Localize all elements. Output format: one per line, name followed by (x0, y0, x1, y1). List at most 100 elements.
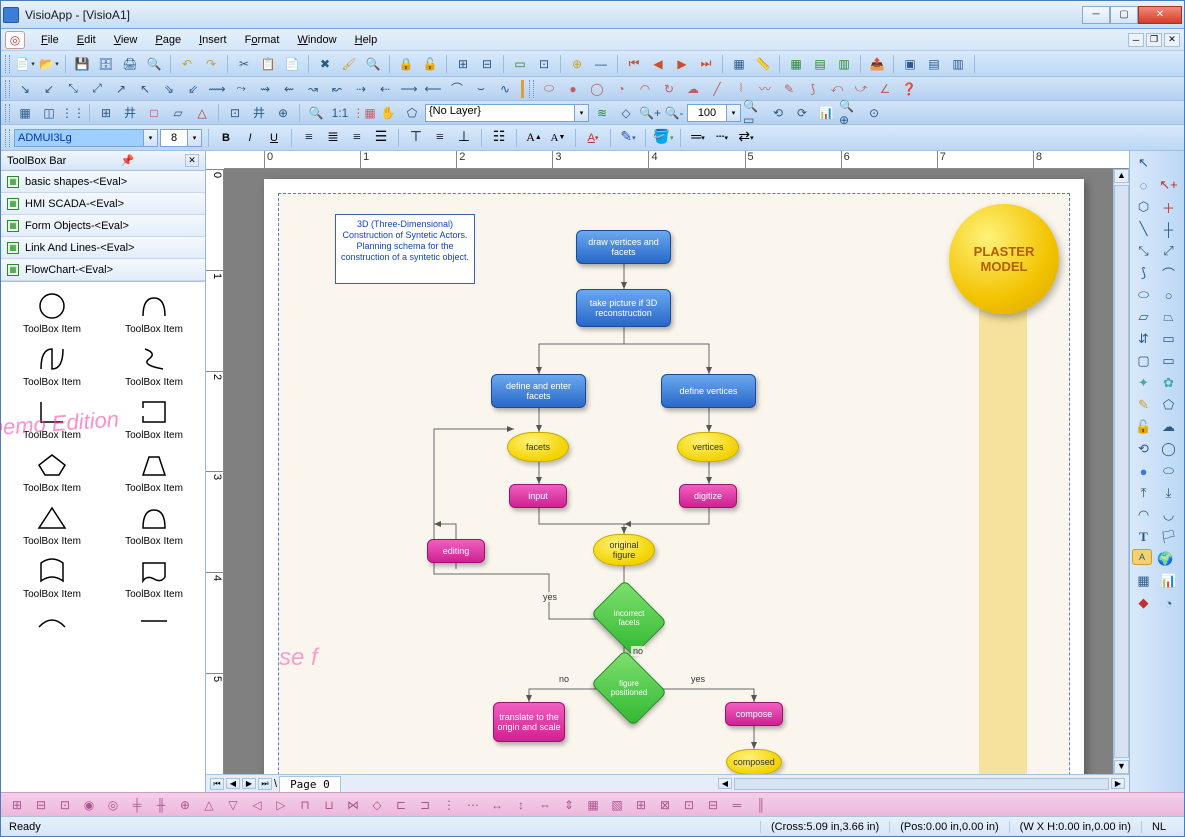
obj-13[interactable]: ⊓ (295, 796, 315, 814)
nav-prev-button[interactable]: ◀ (647, 53, 669, 75)
menu-help[interactable]: Help (347, 31, 386, 49)
toolbox-pin-icon[interactable]: 📌 (121, 154, 135, 167)
tab-nav-prev[interactable]: ◀ (226, 778, 240, 789)
connector-3[interactable]: ⤡ (62, 78, 84, 100)
description-box[interactable]: 3D (Three-Dimensional) Construction of S… (335, 214, 475, 284)
hscroll-track[interactable] (734, 778, 1109, 790)
align-right-button[interactable]: ≡ (346, 127, 368, 149)
obj-7[interactable]: ╫ (151, 796, 171, 814)
layer-dropdown-icon[interactable]: ▾ (575, 104, 589, 122)
tool-filled-circle[interactable]: ● (1132, 461, 1155, 481)
shape-cloud-btn[interactable]: ☁ (682, 78, 704, 100)
shape-zig-btn[interactable]: ⦚ (730, 78, 752, 100)
mdi-minimize-button[interactable]: ─ (1128, 33, 1144, 47)
lock-button[interactable]: 🔒 (395, 53, 417, 75)
connector-15[interactable]: ⇢ (350, 78, 372, 100)
zoom-dropdown-icon[interactable]: ▾ (727, 104, 741, 122)
line-style-button[interactable]: ═▾ (687, 127, 709, 149)
shape-curve-btn[interactable]: ⟆ (802, 78, 824, 100)
connector-2[interactable]: ↙ (38, 78, 60, 100)
tool-chart[interactable]: 📊 (1157, 571, 1180, 591)
grip-icon[interactable] (5, 129, 10, 147)
curve-3[interactable]: ∿ (494, 78, 516, 100)
snap-3[interactable]: ⋮⋮ (62, 102, 84, 124)
save-all-button[interactable]: 🗄 (95, 53, 117, 75)
toolbox-close-icon[interactable]: ✕ (185, 154, 199, 167)
close-button[interactable]: ✕ (1138, 6, 1182, 24)
tool-flag[interactable]: 🏳 (1157, 527, 1180, 547)
print-preview-button[interactable]: 🔍 (143, 53, 165, 75)
table-col-button[interactable]: ▥ (833, 53, 855, 75)
snap-tri[interactable]: △ (191, 102, 213, 124)
obj-6[interactable]: ╪ (127, 796, 147, 814)
snap-1[interactable]: ▦ (14, 102, 36, 124)
shape-btn[interactable]: ⬠ (401, 102, 423, 124)
nav-next-button[interactable]: ▶ (671, 53, 693, 75)
group-button[interactable]: ⊞ (452, 53, 474, 75)
node-action-translate[interactable]: translate to the origin and scale (493, 702, 565, 742)
line-color-button[interactable]: ✎▾ (617, 127, 639, 149)
tool-callout1[interactable]: ▢ (1132, 351, 1155, 371)
tool-pencil[interactable]: ✎ (1132, 395, 1155, 415)
obj-5[interactable]: ◎ (103, 796, 123, 814)
tool-add[interactable]: ＋ (1157, 197, 1180, 217)
font-size-combo[interactable]: ▾ (160, 129, 202, 147)
tool-line[interactable]: ╲ (1132, 219, 1155, 239)
new-button[interactable]: 📄▾ (14, 53, 36, 75)
menu-edit[interactable]: Edit (69, 31, 104, 49)
category-link-lines[interactable]: ▦Link And Lines-<Eval> (1, 237, 205, 259)
bullets-button[interactable]: ☷ (488, 127, 510, 149)
obj-20[interactable]: ⋯ (463, 796, 483, 814)
tool-lock[interactable]: 🔓 (1132, 417, 1155, 437)
tool-rot[interactable]: ⟲ (1132, 439, 1155, 459)
grip-icon[interactable] (5, 80, 10, 98)
layer-field[interactable]: {No Layer} (425, 104, 575, 122)
center-btn[interactable]: ⊙ (863, 102, 885, 124)
curve-2[interactable]: ⌣ (470, 78, 492, 100)
hand-button[interactable]: ✋ (377, 102, 399, 124)
toolbox-item[interactable]: ToolBox Item (1, 447, 103, 500)
toolbox-item[interactable]: ToolBox Item (103, 394, 205, 447)
tool-gear[interactable]: ✿ (1157, 373, 1180, 393)
tool-pointer[interactable]: ↖ (1132, 153, 1155, 173)
layer-add[interactable]: ≋ (591, 102, 613, 124)
obj-16[interactable]: ◇ (367, 796, 387, 814)
snap-2[interactable]: ◫ (38, 102, 60, 124)
connector-12[interactable]: ⇜ (278, 78, 300, 100)
obj-1[interactable]: ⊞ (7, 796, 27, 814)
snap-obj[interactable]: □ (143, 102, 165, 124)
obj-31[interactable]: ═ (727, 796, 747, 814)
toolbox-item[interactable]: ToolBox Item (1, 288, 103, 341)
align-center-button[interactable]: ≣ (322, 127, 344, 149)
dash-style-button[interactable]: ┄▾ (711, 127, 733, 149)
tool-poly2[interactable]: ⬠ (1157, 395, 1180, 415)
tool-earth[interactable]: 🌍 (1154, 549, 1177, 569)
arrow-style-button[interactable]: ⇄▾ (735, 127, 757, 149)
shape-bezier-btn[interactable]: ⤺ (826, 78, 848, 100)
toolbox-item[interactable]: ToolBox Item (1, 341, 103, 394)
connector-4[interactable]: ⤢ (86, 78, 108, 100)
obj-23[interactable]: ⇔ (535, 796, 555, 814)
brush-button[interactable]: 🖌 (338, 53, 360, 75)
zoom-1[interactable]: 1:1 (329, 102, 351, 124)
category-form-objects[interactable]: ▦Form Objects-<Eval> (1, 215, 205, 237)
zoom-fit[interactable]: 🔍▭ (743, 102, 765, 124)
shape-line-btn[interactable]: ╱ (706, 78, 728, 100)
connector-9[interactable]: ⟿ (206, 78, 228, 100)
node-term-composed[interactable]: composed (726, 749, 782, 774)
valign-mid-button[interactable]: ≡ (429, 127, 451, 149)
tool-lower[interactable]: ⤓ (1157, 483, 1180, 503)
tool-poly[interactable]: ⬡ (1132, 197, 1155, 217)
shape-angle-btn[interactable]: ∠ (874, 78, 896, 100)
obj-12[interactable]: ▷ (271, 796, 291, 814)
node-define-vertices[interactable]: define vertices (661, 374, 756, 408)
tool-trapezoid[interactable]: ⏢ (1157, 307, 1180, 327)
connector-6[interactable]: ↖ (134, 78, 156, 100)
layout2-button[interactable]: ▤ (923, 53, 945, 75)
copy-button[interactable]: 📋 (257, 53, 279, 75)
menu-view[interactable]: View (106, 31, 146, 49)
align-justify-button[interactable]: ☰ (370, 127, 392, 149)
select-button[interactable]: ▭ (509, 53, 531, 75)
tool-raise[interactable]: ⤒ (1132, 483, 1155, 503)
connector-13[interactable]: ↝ (302, 78, 324, 100)
